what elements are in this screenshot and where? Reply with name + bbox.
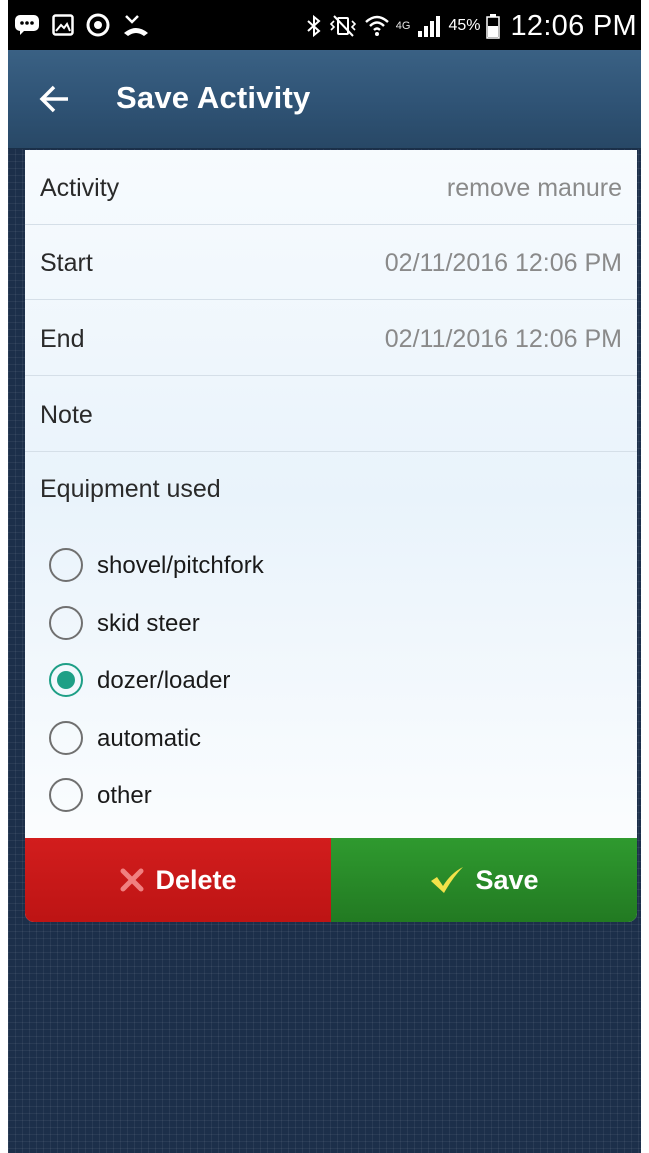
bluetooth-icon [306,14,322,38]
battery-percent: 45% [448,17,481,34]
missed-call-icon [122,13,150,37]
radio-button[interactable] [49,778,83,812]
x-icon [119,867,145,893]
option-shovel-pitchfork[interactable]: shovel/pitchfork [49,545,449,585]
gallery-icon [52,14,74,36]
option-label: shovel/pitchfork [97,552,264,579]
activity-label: Activity [40,174,120,202]
end-label: End [40,325,85,353]
network-type-label: 4G [395,20,411,32]
status-bar: 4G 45% 12:06 PM [8,0,641,50]
radio-button[interactable] [49,721,83,755]
radio-button[interactable] [49,606,83,640]
end-value: 02/11/2016 12:06 PM [384,325,622,353]
option-skid-steer[interactable]: skid steer [49,603,449,643]
option-label: skid steer [97,610,200,637]
wifi-icon [364,14,390,38]
option-label: automatic [97,725,202,752]
end-row[interactable]: End 02/11/2016 12:06 PM [25,301,637,376]
delete-button[interactable]: Delete [25,838,331,922]
option-automatic[interactable]: automatic [49,718,449,758]
clock: 12:06 PM [510,9,637,42]
activity-form-card: Activity remove manure Start 02/11/2016 … [25,150,637,922]
equipment-used-label: Equipment used [40,475,221,503]
vibrate-icon [328,14,358,38]
signal-icon [416,14,442,38]
activity-row[interactable]: Activity remove manure [25,150,637,225]
option-label: other [97,782,152,809]
page-title: Save Activity [116,80,311,115]
option-dozer-loader[interactable]: dozer/loader [49,660,449,700]
radio-button[interactable] [49,548,83,582]
start-value: 02/11/2016 12:06 PM [384,249,622,277]
checkmark-icon [429,865,465,895]
radio-button[interactable] [49,663,83,697]
save-button[interactable]: Save [331,838,637,922]
option-other[interactable]: other [49,775,449,815]
start-label: Start [40,249,93,277]
circle-app-icon [86,13,110,37]
back-arrow-icon[interactable] [38,82,72,116]
save-label: Save [475,864,539,895]
option-label: dozer/loader [97,667,231,694]
phone-screen: 4G 45% 12:06 PM Save Activity Activity r… [8,0,641,1153]
note-label: Note [40,401,93,429]
activity-value: remove manure [446,174,622,202]
delete-label: Delete [155,864,237,895]
app-bar: Save Activity [8,50,641,149]
note-row[interactable]: Note [25,377,637,452]
battery-icon [486,13,501,39]
start-row[interactable]: Start 02/11/2016 12:06 PM [25,225,637,300]
message-icon [14,14,40,36]
